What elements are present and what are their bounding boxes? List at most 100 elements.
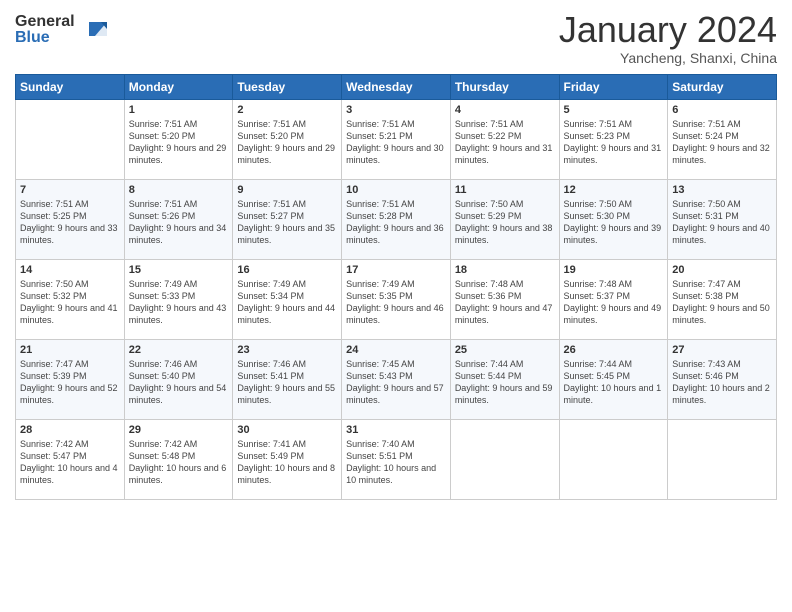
cell-content: Sunrise: 7:51 AM Sunset: 5:24 PM Dayligh… <box>672 118 772 167</box>
day-number: 20 <box>672 264 772 276</box>
calendar-cell: 21Sunrise: 7:47 AM Sunset: 5:39 PM Dayli… <box>16 339 125 419</box>
logo-icon <box>79 14 111 46</box>
day-number: 12 <box>564 184 664 196</box>
logo: General Blue <box>15 14 111 46</box>
logo-blue: Blue <box>15 30 75 46</box>
day-number: 24 <box>346 344 446 356</box>
calendar-cell: 19 Sunrise: 7:48 AM Sunset: 5:37 PM Dayli… <box>559 259 668 339</box>
calendar-cell <box>450 419 559 499</box>
day-header-tuesday: Tuesday <box>233 74 342 99</box>
cell-content: Sunrise: 7:51 AM Sunset: 5:22 PM Dayligh… <box>455 118 555 167</box>
day-number: 25 <box>455 344 555 356</box>
day-header-saturday: Saturday <box>668 74 777 99</box>
day-number: 26 <box>564 344 664 356</box>
calendar-cell: 31 Sunrise: 7:40 AM Sunset: 5:51 PM Dayli… <box>342 419 451 499</box>
day-number: 15 <box>129 264 229 276</box>
calendar-cell: 8 Sunrise: 7:51 AM Sunset: 5:26 PM Daylig… <box>124 179 233 259</box>
cell-content: Sunrise: 7:51 AM Sunset: 5:20 PM Dayligh… <box>129 118 229 167</box>
calendar-cell: 15Sunrise: 7:49 AM Sunset: 5:33 PM Dayli… <box>124 259 233 339</box>
day-number: 17 <box>346 264 446 276</box>
day-header-monday: Monday <box>124 74 233 99</box>
calendar-cell: 20 Sunrise: 7:47 AM Sunset: 5:38 PM Dayli… <box>668 259 777 339</box>
calendar-cell <box>668 419 777 499</box>
calendar-cell: 26 Sunrise: 7:44 AM Sunset: 5:45 PM Dayli… <box>559 339 668 419</box>
cell-content: Sunrise: 7:48 AM Sunset: 5:36 PM Dayligh… <box>455 278 555 327</box>
cell-content: Sunrise: 7:51 AM Sunset: 5:21 PM Dayligh… <box>346 118 446 167</box>
day-number: 6 <box>672 104 772 116</box>
logo-general: General <box>15 14 75 30</box>
cell-content: Sunrise: 7:47 AM Sunset: 5:38 PM Dayligh… <box>672 278 772 327</box>
title-block: January 2024 Yancheng, Shanxi, China <box>559 10 777 66</box>
day-number: 13 <box>672 184 772 196</box>
calendar-cell: 29 Sunrise: 7:42 AM Sunset: 5:48 PM Dayli… <box>124 419 233 499</box>
calendar-cell: 1Sunrise: 7:51 AM Sunset: 5:20 PM Daylig… <box>124 99 233 179</box>
header-row: SundayMondayTuesdayWednesdayThursdayFrid… <box>16 74 777 99</box>
day-number: 3 <box>346 104 446 116</box>
cell-content: Sunrise: 7:44 AM Sunset: 5:45 PM Dayligh… <box>564 358 664 407</box>
cell-content: Sunrise: 7:42 AM Sunset: 5:47 PM Dayligh… <box>20 438 120 487</box>
week-row-4: 21Sunrise: 7:47 AM Sunset: 5:39 PM Dayli… <box>16 339 777 419</box>
cell-content: Sunrise: 7:51 AM Sunset: 5:27 PM Dayligh… <box>237 198 337 247</box>
cell-content: Sunrise: 7:42 AM Sunset: 5:48 PM Dayligh… <box>129 438 229 487</box>
day-number: 29 <box>129 424 229 436</box>
cell-content: Sunrise: 7:49 AM Sunset: 5:34 PM Dayligh… <box>237 278 337 327</box>
day-number: 14 <box>20 264 120 276</box>
calendar-cell: 23 Sunrise: 7:46 AM Sunset: 5:41 PM Dayli… <box>233 339 342 419</box>
calendar-cell: 25Sunrise: 7:44 AM Sunset: 5:44 PM Dayli… <box>450 339 559 419</box>
day-number: 22 <box>129 344 229 356</box>
month-title: January 2024 <box>559 10 777 50</box>
calendar-cell: 30Sunrise: 7:41 AM Sunset: 5:49 PM Dayli… <box>233 419 342 499</box>
day-number: 11 <box>455 184 555 196</box>
day-number: 4 <box>455 104 555 116</box>
day-number: 30 <box>237 424 337 436</box>
calendar-cell <box>16 99 125 179</box>
day-number: 8 <box>129 184 229 196</box>
day-number: 31 <box>346 424 446 436</box>
day-number: 19 <box>564 264 664 276</box>
cell-content: Sunrise: 7:51 AM Sunset: 5:20 PM Dayligh… <box>237 118 337 167</box>
calendar-cell: 2 Sunrise: 7:51 AM Sunset: 5:20 PM Daylig… <box>233 99 342 179</box>
calendar-cell: 28Sunrise: 7:42 AM Sunset: 5:47 PM Dayli… <box>16 419 125 499</box>
cell-content: Sunrise: 7:51 AM Sunset: 5:26 PM Dayligh… <box>129 198 229 247</box>
calendar-cell: 16 Sunrise: 7:49 AM Sunset: 5:34 PM Dayli… <box>233 259 342 339</box>
day-number: 18 <box>455 264 555 276</box>
day-number: 16 <box>237 264 337 276</box>
calendar-cell: 11 Sunrise: 7:50 AM Sunset: 5:29 PM Dayli… <box>450 179 559 259</box>
week-row-2: 7 Sunrise: 7:51 AM Sunset: 5:25 PM Daylig… <box>16 179 777 259</box>
calendar-cell: 13 Sunrise: 7:50 AM Sunset: 5:31 PM Dayli… <box>668 179 777 259</box>
header: General Blue January 2024 Yancheng, Shan… <box>15 10 777 66</box>
day-header-wednesday: Wednesday <box>342 74 451 99</box>
cell-content: Sunrise: 7:51 AM Sunset: 5:28 PM Dayligh… <box>346 198 446 247</box>
day-number: 2 <box>237 104 337 116</box>
cell-content: Sunrise: 7:50 AM Sunset: 5:31 PM Dayligh… <box>672 198 772 247</box>
cell-content: Sunrise: 7:51 AM Sunset: 5:23 PM Dayligh… <box>564 118 664 167</box>
calendar-cell: 27Sunrise: 7:43 AM Sunset: 5:46 PM Dayli… <box>668 339 777 419</box>
cell-content: Sunrise: 7:50 AM Sunset: 5:29 PM Dayligh… <box>455 198 555 247</box>
calendar-cell: 4 Sunrise: 7:51 AM Sunset: 5:22 PM Daylig… <box>450 99 559 179</box>
week-row-1: 1Sunrise: 7:51 AM Sunset: 5:20 PM Daylig… <box>16 99 777 179</box>
cell-content: Sunrise: 7:46 AM Sunset: 5:41 PM Dayligh… <box>237 358 337 407</box>
day-header-friday: Friday <box>559 74 668 99</box>
day-number: 23 <box>237 344 337 356</box>
day-number: 10 <box>346 184 446 196</box>
calendar-cell: 9Sunrise: 7:51 AM Sunset: 5:27 PM Daylig… <box>233 179 342 259</box>
calendar-cell: 14 Sunrise: 7:50 AM Sunset: 5:32 PM Dayli… <box>16 259 125 339</box>
cell-content: Sunrise: 7:51 AM Sunset: 5:25 PM Dayligh… <box>20 198 120 247</box>
cell-content: Sunrise: 7:49 AM Sunset: 5:35 PM Dayligh… <box>346 278 446 327</box>
calendar-table: SundayMondayTuesdayWednesdayThursdayFrid… <box>15 74 777 500</box>
calendar-cell: 7 Sunrise: 7:51 AM Sunset: 5:25 PM Daylig… <box>16 179 125 259</box>
calendar-cell: 22 Sunrise: 7:46 AM Sunset: 5:40 PM Dayli… <box>124 339 233 419</box>
calendar-cell: 24Sunrise: 7:45 AM Sunset: 5:43 PM Dayli… <box>342 339 451 419</box>
calendar-cell: 6 Sunrise: 7:51 AM Sunset: 5:24 PM Daylig… <box>668 99 777 179</box>
cell-content: Sunrise: 7:48 AM Sunset: 5:37 PM Dayligh… <box>564 278 664 327</box>
week-row-3: 14 Sunrise: 7:50 AM Sunset: 5:32 PM Dayli… <box>16 259 777 339</box>
cell-content: Sunrise: 7:43 AM Sunset: 5:46 PM Dayligh… <box>672 358 772 407</box>
day-number: 21 <box>20 344 120 356</box>
cell-content: Sunrise: 7:46 AM Sunset: 5:40 PM Dayligh… <box>129 358 229 407</box>
calendar-cell: 17 Sunrise: 7:49 AM Sunset: 5:35 PM Dayli… <box>342 259 451 339</box>
cell-content: Sunrise: 7:40 AM Sunset: 5:51 PM Dayligh… <box>346 438 446 487</box>
cell-content: Sunrise: 7:50 AM Sunset: 5:32 PM Dayligh… <box>20 278 120 327</box>
location-subtitle: Yancheng, Shanxi, China <box>559 50 777 66</box>
day-number: 7 <box>20 184 120 196</box>
calendar-cell: 5Sunrise: 7:51 AM Sunset: 5:23 PM Daylig… <box>559 99 668 179</box>
